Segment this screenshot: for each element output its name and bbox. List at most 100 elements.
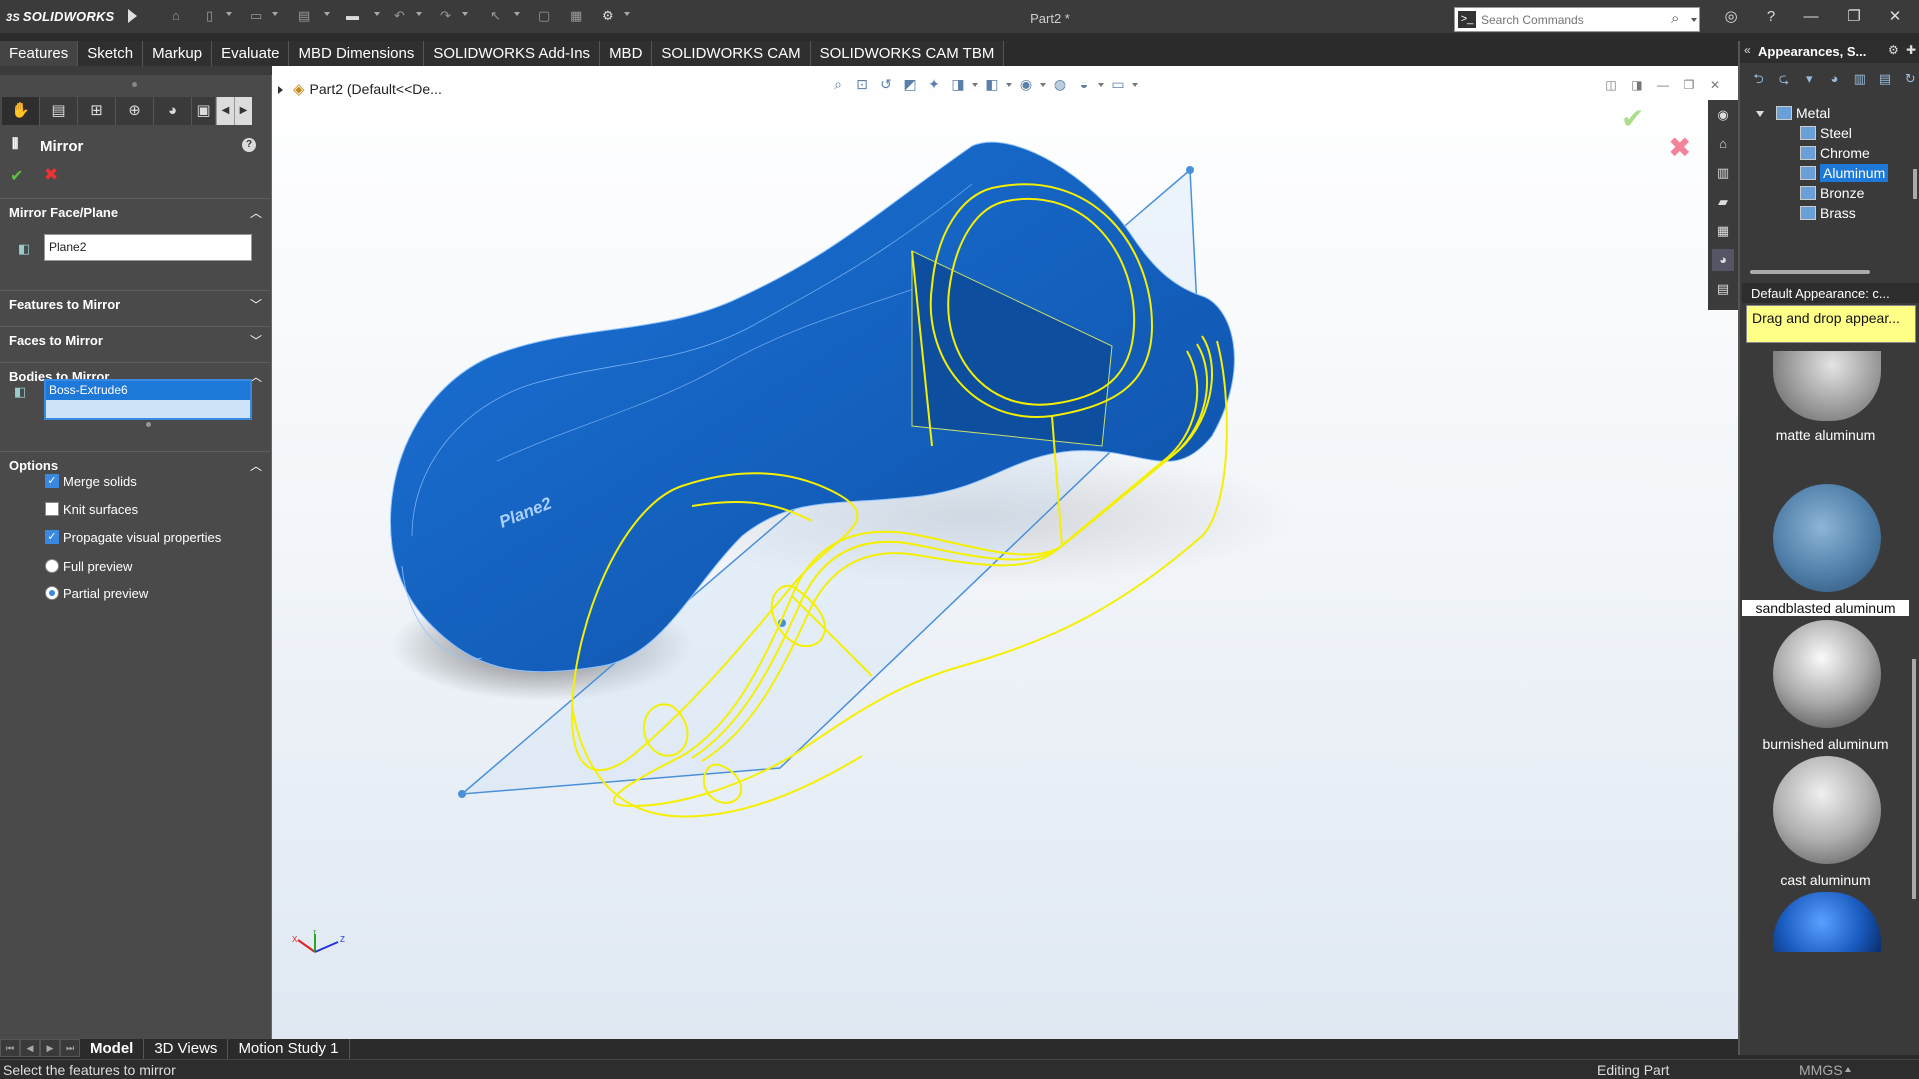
swatches-scrollbar[interactable]: [1912, 659, 1916, 899]
rebuild-icon[interactable]: ▢: [538, 8, 550, 24]
swatch-sandblasted-aluminum[interactable]: sandblasted aluminum: [1742, 476, 1909, 626]
new-document-icon[interactable]: ▯: [206, 8, 213, 24]
tree-item-steel[interactable]: Steel: [1800, 125, 1852, 145]
print-icon[interactable]: ▬: [346, 8, 359, 24]
tree-item-metal[interactable]: Metal: [1776, 105, 1830, 125]
bodies-selection-list[interactable]: Boss-Extrude6: [44, 379, 252, 420]
mirror-plane-field[interactable]: Plane2: [44, 234, 252, 261]
select-pointer-icon[interactable]: ↖: [490, 8, 501, 24]
open-folder-icon[interactable]: ▭: [250, 8, 262, 24]
select-dropdown-caret-icon[interactable]: [514, 12, 520, 16]
list-empty-row[interactable]: [46, 400, 250, 418]
undo-dropdown-caret-icon[interactable]: [416, 12, 422, 16]
graphics-viewport[interactable]: ◈ Part2 (Default<<De... ⌕ ⊡ ↺ ◩ ✦ ◨ ◧ ◉ ◍…: [272, 66, 1738, 1039]
feature-manager-tab-icon[interactable]: ✋: [2, 97, 40, 125]
view-palette-icon[interactable]: ▦: [1712, 220, 1734, 242]
cam-manager-tab-icon[interactable]: ▣: [192, 97, 216, 125]
menu-expand-arrow-icon[interactable]: [128, 9, 137, 23]
tree-item-aluminum[interactable]: Aluminum: [1800, 164, 1889, 185]
tab-sketch[interactable]: Sketch: [78, 41, 144, 66]
redo-icon[interactable]: ↷: [440, 8, 451, 24]
custom-properties-icon[interactable]: ▤: [1712, 278, 1734, 300]
tree-item-bronze[interactable]: Bronze: [1800, 185, 1864, 205]
search-dropdown-caret-icon[interactable]: [1691, 18, 1697, 22]
expand-chevron-icon[interactable]: ﹀: [250, 296, 262, 313]
options-gear-icon[interactable]: ⚙: [602, 8, 614, 24]
forward-icon[interactable]: ⮎: [1773, 68, 1794, 90]
appearances-scenes-icon[interactable]: ◕: [1712, 249, 1734, 271]
tab-mbd[interactable]: MBD: [600, 41, 653, 66]
restore-icon[interactable]: ❐: [1843, 6, 1865, 28]
add-location-icon[interactable]: ▥: [1849, 68, 1870, 90]
tab-features[interactable]: Features: [0, 41, 79, 66]
tree-item-chrome[interactable]: Chrome: [1800, 145, 1870, 165]
tree-item-brass[interactable]: Brass: [1800, 205, 1856, 225]
swatch-burnished-aluminum[interactable]: burnished aluminum: [1742, 612, 1909, 762]
tabs-scroll-left-icon[interactable]: ◀: [216, 97, 234, 125]
appearance-library-icon[interactable]: ◕: [1824, 68, 1845, 90]
gear-icon[interactable]: ⚙: [1888, 43, 1899, 57]
dropdown-caret-icon[interactable]: ▾: [1799, 68, 1820, 90]
swatch-cast-aluminum[interactable]: cast aluminum: [1742, 748, 1909, 898]
orientation-triad[interactable]: X Y Z: [290, 930, 350, 970]
options-dropdown-caret-icon[interactable]: [624, 12, 630, 16]
back-icon[interactable]: ⮌: [1748, 68, 1769, 90]
checkbox-checked-icon[interactable]: ✓: [45, 530, 59, 544]
double-chevron-icon[interactable]: «: [1744, 43, 1751, 57]
display-manager-tab-icon[interactable]: ◕: [154, 97, 192, 125]
last-tab-icon[interactable]: ⏭: [60, 1039, 80, 1057]
radio-on-icon[interactable]: [45, 586, 59, 600]
checkbox-checked-icon[interactable]: ✓: [45, 474, 59, 488]
unit-system-caret-icon[interactable]: [1845, 1067, 1851, 1072]
home-icon[interactable]: ⌂: [172, 8, 180, 24]
unit-system[interactable]: MMGS: [1799, 1062, 1843, 1078]
refresh-icon[interactable]: ↻: [1900, 68, 1919, 90]
save-dropdown-caret-icon[interactable]: [324, 12, 330, 16]
tab-evaluate[interactable]: Evaluate: [212, 41, 290, 66]
home-icon[interactable]: ⌂: [1712, 133, 1734, 155]
add-file-icon[interactable]: ▤: [1874, 68, 1895, 90]
list-item[interactable]: Boss-Extrude6: [46, 381, 250, 400]
tab-model[interactable]: Model: [80, 1039, 145, 1059]
first-tab-icon[interactable]: ⏮: [0, 1039, 20, 1057]
redo-dropdown-caret-icon[interactable]: [462, 12, 468, 16]
collapse-chevron-icon[interactable]: ︿: [250, 204, 262, 221]
help-icon[interactable]: ?: [1760, 6, 1782, 28]
tree-scrollbar[interactable]: [1913, 169, 1917, 199]
search-icon[interactable]: ⌕: [1671, 10, 1679, 27]
property-manager-tab-icon[interactable]: ▤: [40, 97, 78, 125]
minimize-icon[interactable]: —: [1800, 6, 1822, 28]
ok-button[interactable]: ✔: [10, 166, 23, 186]
help-icon[interactable]: ?: [242, 138, 256, 152]
search-input[interactable]: [1481, 11, 1641, 29]
undo-icon[interactable]: ↶: [394, 8, 405, 24]
cancel-button[interactable]: ✖: [44, 165, 58, 185]
dimxpert-manager-tab-icon[interactable]: ⊕: [116, 97, 154, 125]
collapse-arrow-icon[interactable]: [1756, 111, 1764, 117]
next-tab-icon[interactable]: ▶: [40, 1039, 60, 1057]
tab-solidworks-add-ins[interactable]: SOLIDWORKS Add-Ins: [424, 41, 601, 66]
radio-off-icon[interactable]: [45, 559, 59, 573]
design-library-icon[interactable]: ▥: [1712, 162, 1734, 184]
expand-chevron-icon[interactable]: ﹀: [250, 332, 262, 349]
section-mirror-face-plane[interactable]: Mirror Face/Plane ︿: [0, 198, 270, 224]
close-icon[interactable]: ✕: [1884, 6, 1906, 28]
panel-grip[interactable]: [132, 82, 137, 87]
checkbox-unchecked-icon[interactable]: [45, 502, 59, 516]
swatch-blue-appearance[interactable]: [1742, 884, 1909, 1034]
solidworks-logo[interactable]: 3S SOLIDWORKS: [6, 9, 114, 24]
previous-tab-icon[interactable]: ◀: [20, 1039, 40, 1057]
file-explorer-icon[interactable]: ▰: [1712, 191, 1734, 213]
collapse-chevron-icon[interactable]: ︿: [250, 457, 262, 474]
open-dropdown-caret-icon[interactable]: [272, 12, 278, 16]
tab-solidworks-cam[interactable]: SOLIDWORKS CAM: [652, 41, 811, 66]
tab-markup[interactable]: Markup: [143, 41, 213, 66]
tab-3d-views[interactable]: 3D Views: [144, 1039, 229, 1059]
user-account-icon[interactable]: ◎: [1720, 6, 1742, 28]
tab-motion-study-1[interactable]: Motion Study 1: [228, 1039, 350, 1059]
list-resize-grip[interactable]: [146, 422, 151, 427]
section-features-to-mirror[interactable]: Features to Mirror ﹀: [0, 290, 270, 316]
solidworks-resources-icon[interactable]: ◉: [1712, 104, 1734, 126]
search-commands-box[interactable]: >_ ⌕: [1454, 7, 1700, 32]
save-icon[interactable]: ▤: [298, 8, 310, 24]
